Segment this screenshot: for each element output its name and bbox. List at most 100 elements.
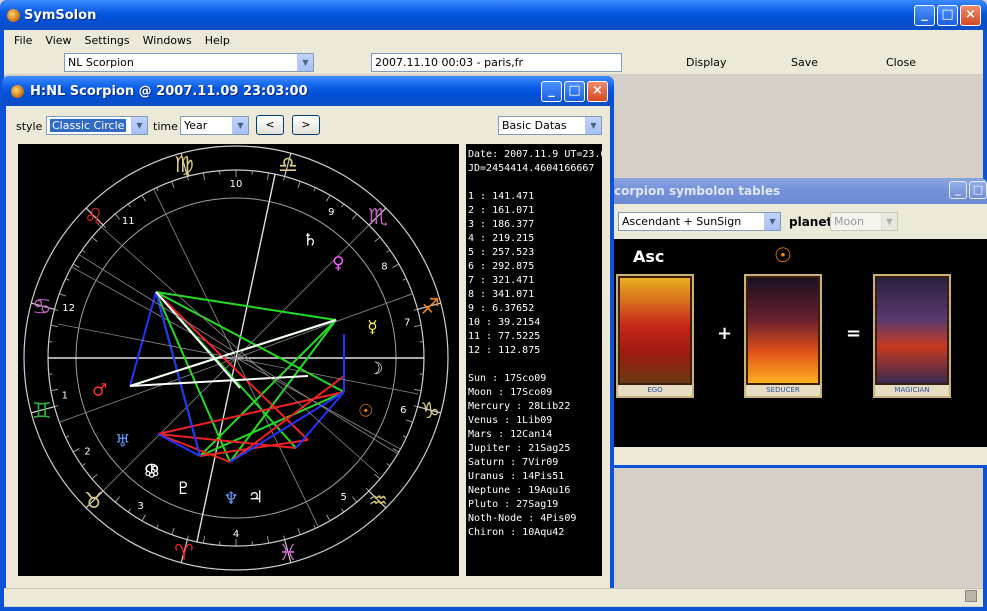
sun-icon: ☉: [774, 243, 792, 267]
degree-tick: [352, 213, 358, 220]
info-select[interactable]: Basic Datas ▼: [498, 116, 602, 135]
menu-view[interactable]: View: [39, 30, 78, 50]
datetime-field[interactable]: 2007.11.10 00:03 - paris,fr: [371, 53, 622, 72]
degree-tick: [374, 474, 381, 480]
save-button[interactable]: Save: [791, 56, 818, 69]
prev-button[interactable]: <: [256, 115, 284, 135]
data-line: 5 : 257.523: [468, 247, 535, 258]
degree-tick: [202, 536, 205, 544]
degree-tick: [65, 435, 70, 438]
card-ego[interactable]: EGO: [616, 274, 694, 398]
status-strip: [4, 588, 983, 606]
basic-data-panel: Date: 2007.11.9 UT=23.05 JD=2454414.46041…: [466, 144, 602, 576]
data-line: Venus : 1Lib09: [468, 415, 553, 426]
toolbar: NL Scorpion ▼ 2007.11.10 00:03 - paris,f…: [4, 50, 983, 74]
card-magician-art: [877, 278, 947, 383]
menu-windows[interactable]: Windows: [137, 30, 199, 50]
minimize-icon[interactable]: _: [541, 81, 562, 102]
display-button[interactable]: Display: [686, 56, 727, 69]
degree-tick: [50, 324, 58, 327]
degree-tick: [50, 389, 58, 392]
card-magician-caption: MAGICIAN: [875, 385, 949, 396]
chart-window-title: H:NL Scorpion @ 2007.11.09 23:03:00: [30, 84, 308, 99]
menubar: File View Settings Windows Help: [4, 30, 983, 50]
degree-tick: [374, 236, 381, 242]
astro-chart[interactable]: 1 2 3 4 5 6 7 8 9 10 11 12 ♋ ♊ ♉ ♈ ♓ ♒ ♑ ♐ ♏ ♎ ♍ ♌ ♂ ♄ ♀ ☿ ☽ ☉ ♆ ♃ ⚷ ♅ ☊ ♇: [18, 144, 459, 576]
data-line: 12 : 112.875: [468, 345, 541, 356]
degree-tick: [413, 405, 418, 408]
zodiac-sign-icon: ♎: [278, 153, 298, 178]
chevron-down-icon[interactable]: ▼: [131, 117, 147, 134]
chevron-down-icon[interactable]: ▼: [764, 213, 780, 230]
card-seducer-art: [748, 278, 818, 383]
chevron-down-icon[interactable]: ▼: [585, 117, 601, 134]
zodiac-sign-icon: ♊: [32, 399, 52, 424]
menu-settings[interactable]: Settings: [79, 30, 137, 50]
chevron-down-icon[interactable]: ▼: [297, 54, 313, 71]
minimize-icon[interactable]: _: [914, 5, 935, 26]
data-line: Date: 2007.11.9 UT=23.05: [468, 149, 602, 160]
aspect-line: [229, 391, 345, 463]
degree-tick: [171, 181, 175, 189]
card-seducer[interactable]: SEDUCER: [744, 274, 822, 398]
house-number: 10: [230, 179, 243, 190]
degree-tick: [313, 187, 316, 192]
house-number: 3: [138, 501, 144, 512]
chart-titlebar[interactable]: H:NL Scorpion @ 2007.11.09 23:03:00 _ □ …: [2, 76, 614, 106]
symbolon-title: corpion symbolon tables: [614, 184, 781, 198]
main-titlebar[interactable]: SymSolon _ □ ×: [0, 0, 987, 30]
degree-tick: [297, 527, 301, 535]
chart-window-body: style Classic Circle ▼ time Year ▼ < > B…: [6, 106, 610, 588]
maximize-icon[interactable]: □: [969, 181, 987, 199]
card-magician[interactable]: MAGICIAN: [873, 274, 951, 398]
next-button[interactable]: >: [292, 115, 320, 135]
chart-select[interactable]: NL Scorpion ▼: [64, 53, 314, 72]
resize-grip[interactable]: [965, 590, 977, 602]
symbolon-combo[interactable]: Ascendant + SunSign ▼: [618, 212, 781, 231]
style-select[interactable]: Classic Circle ▼: [46, 116, 148, 135]
datetime-value: 2007.11.10 00:03 - paris,fr: [375, 56, 524, 69]
degree-tick: [313, 524, 316, 529]
menu-file[interactable]: File: [8, 30, 39, 50]
minimize-icon[interactable]: _: [949, 181, 967, 199]
maximize-icon[interactable]: □: [937, 5, 958, 26]
planet-icon: ♅: [115, 431, 130, 451]
degree-tick: [127, 203, 131, 208]
chart-window-icon: [11, 85, 24, 98]
degree-tick: [267, 172, 270, 180]
data-line: Pluto : 27Sag19: [468, 499, 559, 510]
degree-tick: [114, 496, 120, 503]
card-ego-art: [620, 278, 690, 383]
zodiac-sign-icon: ♐: [420, 295, 440, 320]
house-number: 2: [84, 447, 90, 458]
symbolon-titlebar[interactable]: corpion symbolon tables _ □: [600, 178, 987, 204]
data-line: 7 : 321.471: [468, 275, 535, 286]
degree-tick: [72, 448, 80, 453]
zodiac-sign-icon: ♒: [368, 489, 388, 514]
card-ego-caption: EGO: [618, 385, 692, 396]
degree-tick: [59, 293, 67, 297]
chevron-down-icon[interactable]: ▼: [232, 117, 248, 134]
data-line: 3 : 186.377: [468, 219, 535, 230]
planet-select[interactable]: Moon ▼: [830, 212, 898, 231]
close-icon[interactable]: ×: [960, 5, 981, 26]
data-line: Sun : 17Sco09: [468, 373, 547, 384]
info-select-value: Basic Datas: [502, 119, 567, 132]
data-line: Noth-Node : 4Pis09: [468, 513, 577, 524]
menu-help[interactable]: Help: [199, 30, 237, 50]
degree-tick: [141, 514, 146, 522]
close-icon[interactable]: ×: [587, 81, 608, 102]
degree-tick: [171, 527, 175, 535]
degree-tick: [202, 172, 205, 180]
planet-icon: ♄: [303, 230, 318, 250]
planet-icon: ☽: [368, 359, 383, 379]
degree-tick: [341, 203, 345, 208]
symbolon-card-area: Asc ☉ EGO + SEDUCER = MAGICIAN: [603, 239, 987, 447]
degree-tick: [91, 236, 98, 242]
data-line: 10 : 39.2154: [468, 317, 541, 328]
time-select[interactable]: Year ▼: [180, 116, 249, 135]
close-button[interactable]: Close: [886, 56, 916, 69]
maximize-icon[interactable]: □: [564, 81, 585, 102]
chevron-down-icon[interactable]: ▼: [881, 213, 897, 230]
planet-icon: ☉: [358, 401, 373, 421]
